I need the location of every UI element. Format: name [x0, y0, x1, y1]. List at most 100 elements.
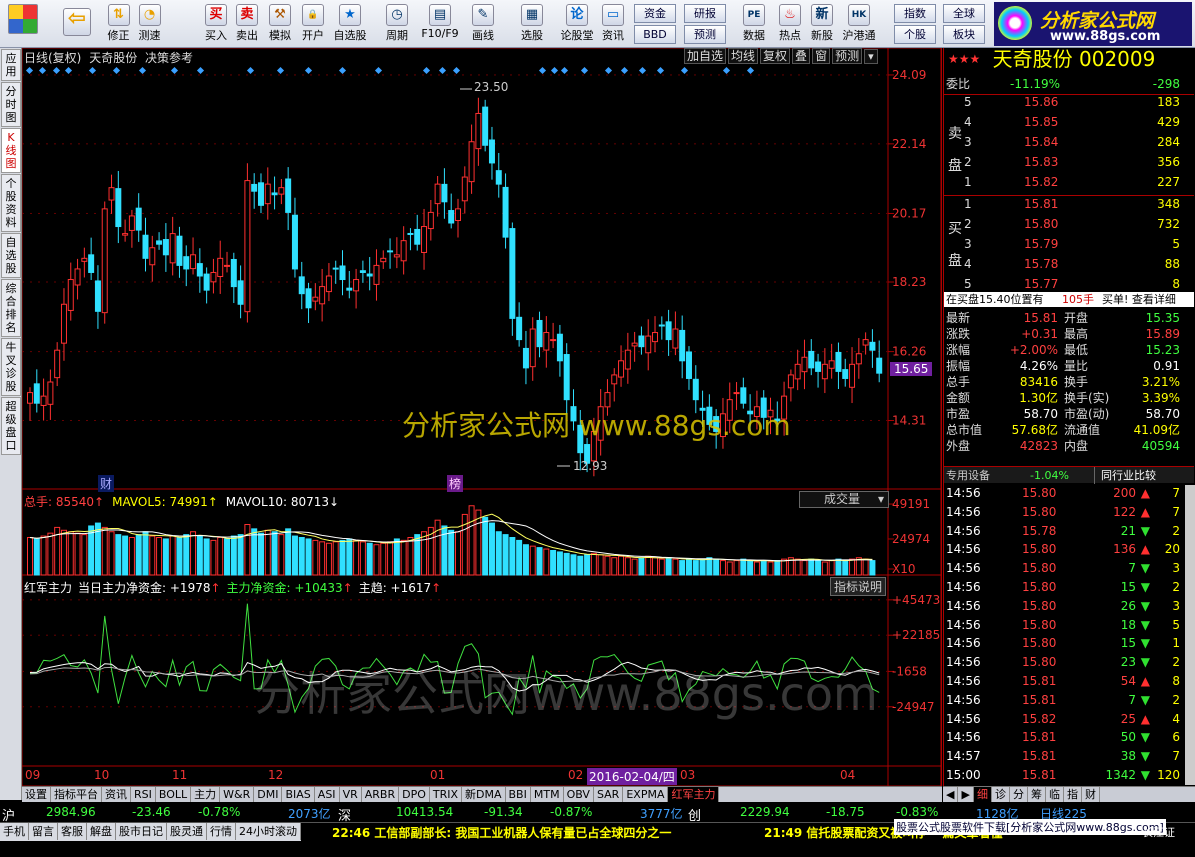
- candle[interactable]: [550, 322, 557, 349]
- bid-price[interactable]: 15.78: [1024, 256, 1058, 273]
- candle[interactable]: [421, 208, 428, 270]
- indicator-tab-8[interactable]: BIAS: [282, 787, 315, 802]
- candle[interactable]: [828, 343, 835, 379]
- toolbar-button-画线[interactable]: ✎ 画线: [466, 2, 500, 46]
- left-tab-6[interactable]: 牛叉诊股: [1, 338, 21, 396]
- left-tab-5[interactable]: 综合排名: [1, 279, 21, 337]
- indicator-tab-5[interactable]: 主力: [191, 787, 221, 802]
- toolbar-wide-button-1[interactable]: 研报: [684, 4, 726, 23]
- toolbar-wide-button-0[interactable]: 资金: [634, 4, 676, 23]
- ask-price[interactable]: 15.83: [1024, 154, 1058, 171]
- candle[interactable]: [149, 235, 156, 282]
- indicator-tab-15[interactable]: BBI: [506, 787, 531, 802]
- ticker-tab-2[interactable]: 客服: [58, 823, 87, 840]
- candle[interactable]: [509, 222, 516, 336]
- candle[interactable]: [257, 173, 264, 214]
- ticker-tab-4[interactable]: 股市日记: [116, 823, 167, 840]
- candle[interactable]: [278, 178, 285, 205]
- candle[interactable]: [373, 249, 380, 301]
- ticker-tab-6[interactable]: 行情: [207, 823, 236, 840]
- chart-header-button-5[interactable]: 预测: [832, 48, 863, 64]
- toolbar-wide-button-2[interactable]: BBD: [634, 25, 676, 44]
- candle[interactable]: [190, 237, 197, 275]
- candle[interactable]: [543, 316, 550, 368]
- kline-chart-area[interactable]: 24.09 22.14 20.17 18.23 16.26 14.31 49191 24974…: [22, 48, 942, 788]
- candle[interactable]: [305, 282, 312, 324]
- chart-header-button-3[interactable]: 叠: [792, 48, 811, 64]
- ask-price[interactable]: 15.85: [1024, 114, 1058, 131]
- candle[interactable]: [60, 288, 67, 361]
- candle[interactable]: [488, 126, 495, 180]
- chart-header-button-1[interactable]: 均线: [728, 48, 759, 64]
- ask-price[interactable]: 15.84: [1024, 134, 1058, 151]
- candle[interactable]: [821, 348, 828, 394]
- candle[interactable]: [312, 283, 319, 311]
- candle[interactable]: [495, 152, 502, 198]
- candle[interactable]: [611, 368, 618, 402]
- ticker-tab-1[interactable]: 留言: [29, 823, 58, 840]
- left-tab-1[interactable]: 分时图: [1, 82, 21, 127]
- candle[interactable]: [353, 268, 360, 309]
- indicator-tab-11[interactable]: ARBR: [362, 787, 400, 802]
- quote-tab-0[interactable]: 细: [973, 787, 992, 802]
- candle[interactable]: [855, 338, 862, 379]
- toolbar-button-自选股[interactable]: ★ 自选股: [333, 2, 367, 46]
- candle[interactable]: [135, 193, 142, 242]
- quote-tab-4[interactable]: 临: [1046, 787, 1064, 802]
- toolbar-button-数据[interactable]: PE 数据: [737, 2, 771, 46]
- toolbar-button-选股[interactable]: ▦ 选股: [515, 2, 549, 46]
- chart-menu-arrow-icon[interactable]: ▾: [864, 49, 878, 64]
- candle[interactable]: [196, 248, 203, 293]
- left-tab-3[interactable]: 个股资料: [1, 174, 21, 232]
- candle[interactable]: [516, 302, 523, 347]
- candle[interactable]: [115, 170, 122, 244]
- quote-tab-3[interactable]: 筹: [1028, 787, 1046, 802]
- indicator-help-button[interactable]: 指标说明: [830, 577, 887, 596]
- candle[interactable]: [461, 166, 468, 214]
- candle[interactable]: [359, 260, 366, 283]
- indicator-tab-7[interactable]: DMI: [254, 787, 283, 802]
- candle[interactable]: [482, 99, 489, 152]
- quote-tab-6[interactable]: 财: [1082, 787, 1100, 802]
- indicator-tab-14[interactable]: 新DMA: [462, 787, 506, 802]
- indicator-tab-12[interactable]: DPO: [399, 787, 430, 802]
- toolbar-wide-button-6[interactable]: 个股: [894, 25, 936, 44]
- candle[interactable]: [815, 353, 822, 388]
- indicator-tab-16[interactable]: MTM: [531, 787, 564, 802]
- ticker-tab-5[interactable]: 股灵通: [167, 823, 207, 840]
- candle[interactable]: [842, 358, 849, 387]
- toolbar-button-周期[interactable]: ◷ 周期: [380, 2, 414, 46]
- candle[interactable]: [142, 217, 149, 272]
- candle[interactable]: [339, 250, 346, 296]
- candle[interactable]: [230, 252, 237, 304]
- candle[interactable]: [169, 216, 176, 276]
- candle[interactable]: [285, 167, 292, 231]
- bid-price[interactable]: 15.77: [1024, 276, 1058, 293]
- indicator-tab-3[interactable]: RSI: [131, 787, 156, 802]
- candle[interactable]: [434, 176, 441, 217]
- bid-price[interactable]: 15.81: [1024, 196, 1058, 213]
- toolbar-button-资讯[interactable]: ▭ 资讯: [596, 2, 630, 46]
- candle[interactable]: [502, 173, 509, 249]
- indicator-tab-20[interactable]: 红军主力: [668, 787, 720, 802]
- candle[interactable]: [638, 326, 645, 355]
- chart-header-button-2[interactable]: 复权: [760, 48, 791, 64]
- toolbar-button-沪港通[interactable]: HK 沪港通: [842, 2, 876, 46]
- ticker-tab-7[interactable]: 24小时滚动: [236, 823, 301, 840]
- candle[interactable]: [794, 349, 801, 391]
- indicator-tab-2[interactable]: 资讯: [102, 787, 131, 802]
- toolbar-button-0[interactable]: ⇅ 修正: [103, 2, 134, 46]
- indicator-tab-0[interactable]: 设置: [22, 787, 51, 802]
- candle[interactable]: [393, 237, 400, 269]
- candle[interactable]: [522, 330, 529, 385]
- quote-tab-5[interactable]: 指: [1064, 787, 1082, 802]
- bid-price[interactable]: 15.80: [1024, 216, 1058, 233]
- tab-scroll-right-icon[interactable]: ▶: [958, 787, 974, 802]
- candle[interactable]: [88, 237, 95, 280]
- toolbar-button-开户[interactable]: 🔒 开户: [296, 2, 330, 46]
- candle[interactable]: [849, 347, 856, 404]
- candle[interactable]: [407, 228, 414, 251]
- candle[interactable]: [876, 340, 883, 383]
- ask-price[interactable]: 15.86: [1024, 94, 1058, 111]
- app-menu-button[interactable]: [3, 2, 43, 46]
